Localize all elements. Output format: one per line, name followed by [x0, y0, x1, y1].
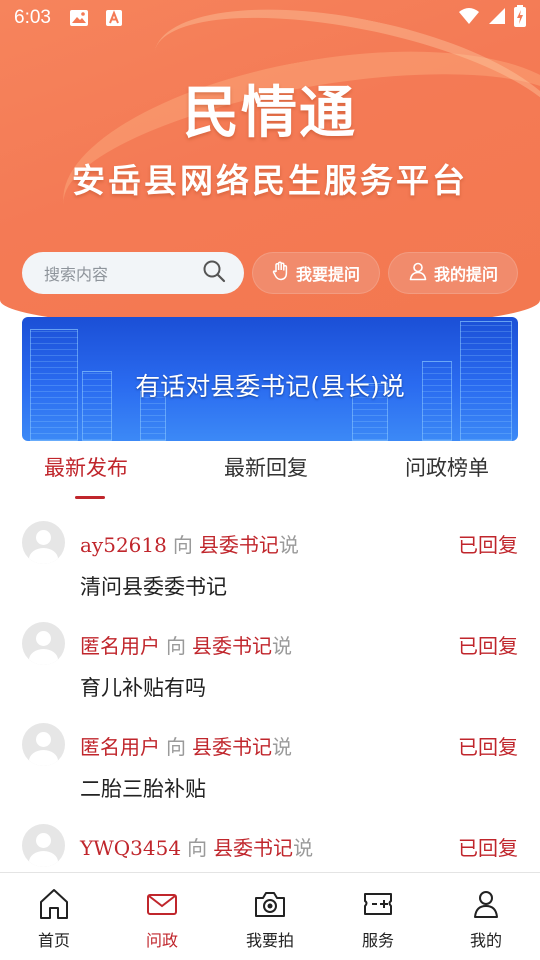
mail-icon [147, 894, 177, 915]
status-badge: 已回复 [458, 634, 518, 658]
ask-question-label: 我要提问 [295, 265, 360, 284]
post-content: 二胎三胎补贴 [80, 777, 206, 801]
tab-bar: 最新发布 最新回复 问政榜单 [0, 452, 540, 502]
nav-wenzheng[interactable]: 问政 [108, 873, 216, 960]
post-user: 匿名用户 [80, 634, 160, 658]
status-badge: 已回复 [458, 735, 518, 759]
list-item[interactable]: 匿名用户向县委书记说 已回复 二胎三胎补贴 [0, 723, 540, 819]
post-content: 清问县委委书记 [80, 575, 227, 599]
post-to: 向 [166, 735, 186, 759]
nav-mine-label: 我的 [469, 931, 502, 950]
promo-banner[interactable]: 有话对县委书记(县长)说 [22, 317, 518, 441]
user-icon [408, 261, 428, 285]
post-target: 县委书记 [192, 735, 272, 759]
image-notification-icon [69, 9, 89, 27]
post-said: 说 [272, 634, 292, 658]
service-ticket-icon [364, 893, 392, 915]
status-icons [458, 4, 526, 32]
post-said: 说 [272, 735, 292, 759]
status-badge: 已回复 [458, 533, 518, 557]
nav-photo[interactable]: 我要拍 [216, 873, 324, 960]
active-tab-indicator [75, 496, 105, 499]
nav-service[interactable]: 服务 [324, 873, 432, 960]
tab-latest-posts[interactable]: 最新发布 [44, 452, 128, 482]
post-to: 向 [187, 836, 208, 860]
post-target: 县委书记 [213, 836, 294, 860]
status-bar: 6:03 [0, 0, 540, 36]
my-questions-label: 我的提问 [433, 265, 498, 284]
post-target: 县委书记 [198, 533, 279, 557]
post-content: 育儿补贴有吗 [80, 676, 206, 700]
post-user: YWQ3454 [80, 836, 182, 860]
bottom-nav: 首页 问政 我要拍 服务 我的 [0, 872, 540, 960]
post-to: 向 [172, 533, 193, 557]
battery-charging-icon [514, 4, 526, 32]
tab-ranking[interactable]: 问政榜单 [405, 452, 489, 482]
status-badge: 已回复 [458, 836, 518, 860]
avatar [22, 723, 65, 766]
ask-question-button[interactable]: 我要提问 [252, 252, 380, 294]
post-said: 说 [278, 533, 299, 557]
post-said: 说 [293, 836, 314, 860]
avatar [22, 824, 65, 867]
avatar [22, 521, 65, 564]
status-time: 6:03 [14, 7, 51, 28]
search-input[interactable]: 搜索内容 [22, 252, 244, 294]
person-icon [474, 891, 498, 918]
nav-service-label: 服务 [361, 931, 394, 950]
post-meta: 匿名用户向县委书记说 [80, 731, 292, 760]
nav-wenzheng-label: 问政 [145, 931, 178, 950]
nav-mine[interactable]: 我的 [432, 873, 540, 960]
text-notification-icon [105, 9, 123, 27]
search-icon[interactable] [202, 259, 226, 288]
list-item[interactable]: ay52618 向县委书记说 已回复 清问县委委书记 [0, 521, 540, 617]
camera-icon [255, 892, 285, 917]
post-meta: 匿名用户向县委书记说 [80, 630, 292, 659]
banner-text: 有话对县委书记(县长)说 [135, 372, 405, 401]
signal-icon [488, 7, 506, 30]
app-subtitle: 安岳县网络民生服务平台 [72, 161, 468, 200]
post-user: ay52618 [80, 533, 167, 557]
app-title: 民情通 [183, 80, 357, 146]
tab-latest-replies[interactable]: 最新回复 [224, 452, 308, 482]
nav-photo-label: 我要拍 [245, 931, 294, 950]
nav-home[interactable]: 首页 [0, 873, 108, 960]
raised-hand-icon [272, 261, 290, 285]
my-questions-button[interactable]: 我的提问 [388, 252, 518, 294]
search-placeholder: 搜索内容 [44, 267, 109, 284]
post-target: 县委书记 [192, 634, 272, 658]
post-to: 向 [166, 634, 186, 658]
post-user: 匿名用户 [80, 735, 160, 759]
wifi-icon [458, 7, 480, 30]
nav-home-label: 首页 [37, 931, 70, 950]
post-meta: ay52618 向县委书记说 [80, 529, 299, 558]
avatar [22, 622, 65, 665]
list-item[interactable]: 匿名用户向县委书记说 已回复 育儿补贴有吗 [0, 622, 540, 718]
home-icon [40, 889, 68, 919]
post-meta: YWQ3454 向县委书记说 [80, 832, 313, 861]
